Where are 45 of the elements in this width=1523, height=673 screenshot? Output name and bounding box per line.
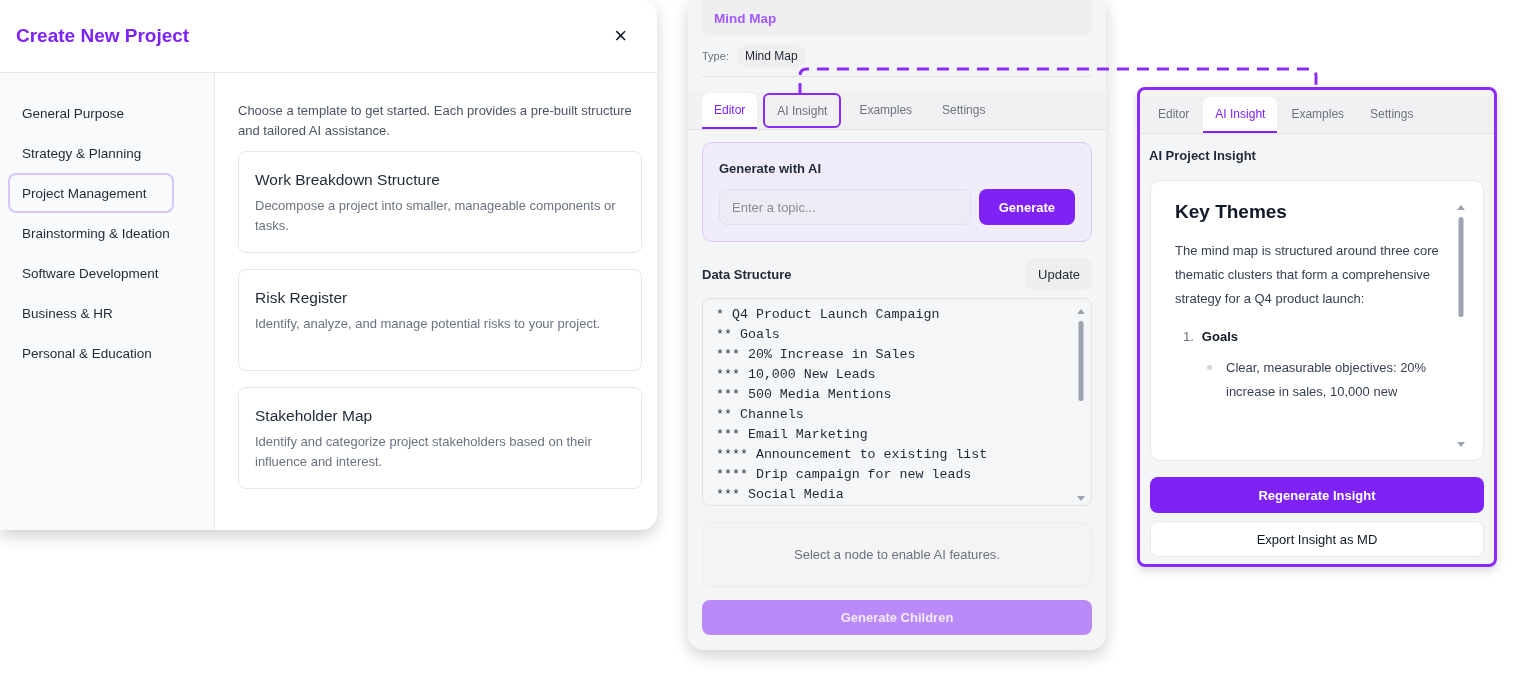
tab[interactable]: Editor: [1146, 97, 1202, 133]
type-chip: Mind Map: [736, 44, 806, 68]
node-hint: Select a node to enable AI features.: [702, 522, 1092, 587]
template-title: Stakeholder Map: [255, 407, 374, 425]
template-title: Risk Register: [255, 289, 349, 307]
intro-text: Choose a template to get started. Each provides a pre-built structure and tailored AI assistance.: [238, 102, 633, 140]
insight-title: AI Project Insight: [1149, 148, 1257, 163]
section-title: Data Structure: [702, 266, 792, 282]
category-item[interactable]: Personal & Education: [8, 333, 206, 373]
dialog-title: Create New Project: [16, 25, 190, 47]
type-label: Type:: [702, 50, 729, 62]
insight-button[interactable]: Regenerate Insight: [1150, 477, 1484, 513]
category-item[interactable]: Business & HR: [8, 293, 206, 333]
template-title: Work Breakdown Structure: [255, 171, 441, 189]
update-button[interactable]: Update: [1026, 258, 1092, 290]
topic-input[interactable]: Enter a topic...: [719, 189, 971, 225]
tab[interactable]: Examples: [1279, 97, 1357, 133]
bullet-text: Clear, measurable objectives: 20% increase in sales, 10,000 new: [1226, 359, 1428, 401]
tab[interactable]: Examples: [847, 93, 925, 129]
template-card[interactable]: Risk Register Identify, analyze, and manage potential risks to your project.: [238, 269, 642, 371]
tab[interactable]: Settings: [1358, 97, 1426, 133]
tab[interactable]: Editor: [702, 93, 758, 129]
category-item[interactable]: Strategy & Planning: [8, 133, 206, 173]
category-item[interactable]: Software Development: [8, 253, 206, 293]
template-card[interactable]: Stakeholder Map Identify and categorize project stakeholders based on their influence and interest.: [238, 387, 642, 489]
generate-title: Generate with AI: [719, 161, 823, 176]
category-item[interactable]: Project Management: [8, 173, 174, 213]
tab[interactable]: Settings: [930, 93, 998, 129]
close-button[interactable]: ×: [610, 25, 631, 47]
tab[interactable]: AI Insight: [763, 93, 842, 128]
template-card[interactable]: Work Breakdown Structure Decompose a project into smaller, manageable components or tasks.: [238, 151, 642, 253]
list-number: 1.: [1183, 329, 1194, 344]
insight-button[interactable]: Export Insight as MD: [1150, 521, 1484, 557]
generate-button[interactable]: Generate: [978, 189, 1075, 225]
insight-paragraph: The mind map is structured around three core thematic clusters that form a comprehensive strategy for a Q4 product launch:: [1175, 242, 1440, 308]
structure-editor[interactable]: * Q4 Product Launch Campaign ** Goals *** 20% Increase in Sales *** 10,000 New Leads *** 500 Media Mentions ** Channels *** Email Marketing **** Announcement to existing list **** Drip campaign for new leads *** Social Media: [702, 298, 1092, 506]
category-item[interactable]: General Purpose: [8, 93, 206, 133]
insight-heading: Key Themes: [1175, 201, 1288, 223]
list-title: Goals: [1201, 329, 1238, 344]
template-description: Identify, analyze, and manage potential risks to your project.: [255, 315, 602, 333]
template-description: Decompose a project into smaller, manageable components or tasks.: [255, 197, 617, 235]
tab[interactable]: AI Insight: [1203, 97, 1278, 133]
bullet-icon: [1207, 365, 1212, 370]
template-description: Identify and categorize project stakeholders based on their influence and interest.: [255, 433, 593, 471]
category-item[interactable]: Brainstorming & Ideation: [8, 213, 206, 253]
